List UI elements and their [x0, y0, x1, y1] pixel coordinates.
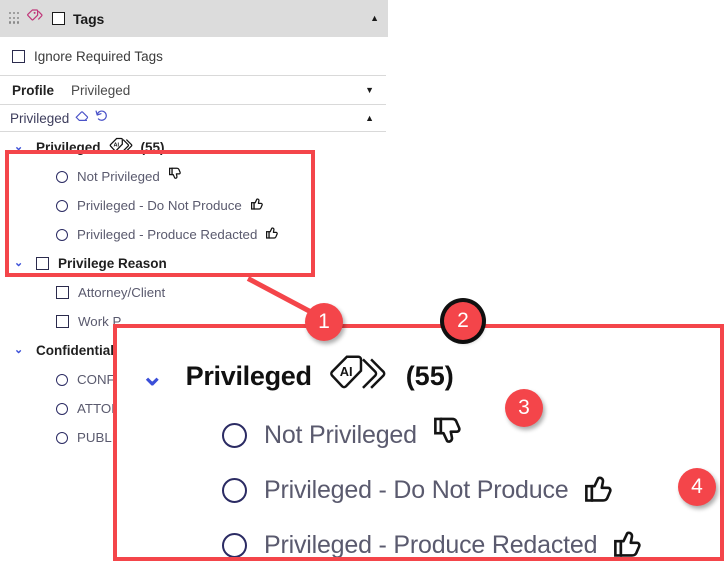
caret-down-icon[interactable]: ▼: [365, 85, 374, 95]
callout-item-do-not-produce[interactable]: Privileged - Do Not Produce: [222, 471, 619, 510]
svg-text:AI: AI: [113, 142, 119, 148]
callout-group-label: Privileged: [185, 361, 312, 391]
callout-item-label: Privileged - Produce Redacted: [264, 531, 598, 559]
callout-item-label: Not Privileged: [264, 421, 417, 449]
highlight-box-privileged-group: [5, 150, 315, 277]
profile-row[interactable]: Profile Privileged ▼: [0, 76, 386, 105]
thumbs-up-icon[interactable]: [614, 526, 648, 557]
radio-button[interactable]: [222, 533, 247, 557]
radio-button[interactable]: [222, 423, 247, 448]
privileged-section-label: Privileged: [10, 110, 70, 126]
checkbox[interactable]: [56, 315, 69, 328]
callout-badge-2: 2: [444, 302, 482, 340]
profile-label: Profile: [12, 82, 55, 98]
ignore-required-tags-label: Ignore Required Tags: [34, 48, 163, 64]
chevron-down-icon[interactable]: ⌄: [141, 363, 164, 390]
callout-group-header[interactable]: ⌄ Privileged AI (55): [141, 353, 454, 400]
radio-button[interactable]: [222, 478, 247, 503]
radio-button[interactable]: [56, 431, 68, 444]
radio-button[interactable]: [56, 402, 68, 415]
caret-up-icon[interactable]: ▲: [370, 14, 379, 23]
callout-badge-4: 4: [678, 468, 716, 506]
magnified-callout-panel: ⌄ Privileged AI (55) Not Privileged Priv…: [113, 324, 724, 561]
header-checkbox[interactable]: [52, 12, 65, 25]
tag-icon: [27, 9, 44, 28]
thumbs-up-icon[interactable]: [585, 471, 619, 510]
panel-header[interactable]: Tags ▲: [0, 0, 388, 37]
checkbox[interactable]: [56, 286, 69, 299]
tree-group-label: Confidential: [36, 343, 114, 358]
tree-item-label: Attorney/Client: [78, 285, 166, 300]
grid-drag-handle-icon[interactable]: [9, 12, 20, 25]
eraser-icon[interactable]: [75, 109, 89, 127]
chevron-down-icon[interactable]: ⌄: [14, 345, 26, 356]
caret-up-icon[interactable]: ▲: [365, 113, 374, 123]
callout-badge-1: 1: [305, 303, 343, 341]
callout-item-produce-redacted[interactable]: Privileged - Produce Redacted: [222, 526, 648, 559]
ignore-required-tags-row[interactable]: Ignore Required Tags: [0, 37, 386, 76]
privileged-section-row[interactable]: Privileged ▲: [0, 105, 386, 132]
svg-text:AI: AI: [339, 364, 352, 379]
callout-item-label: Privileged - Do Not Produce: [264, 476, 569, 504]
thumbs-down-icon[interactable]: [433, 416, 468, 455]
radio-button[interactable]: [56, 373, 68, 386]
ai-tag-icon: AI: [328, 353, 390, 400]
profile-value[interactable]: Privileged: [71, 83, 130, 98]
undo-arrow-icon[interactable]: [95, 109, 109, 127]
callout-badge-3: 3: [505, 389, 543, 427]
callout-group-count: (55): [405, 361, 454, 391]
panel-title: Tags: [73, 10, 105, 27]
callout-item-not-privileged[interactable]: Not Privileged: [222, 416, 468, 455]
tree-item-label: PUBLI: [77, 430, 116, 445]
ignore-required-tags-checkbox[interactable]: [12, 49, 25, 63]
